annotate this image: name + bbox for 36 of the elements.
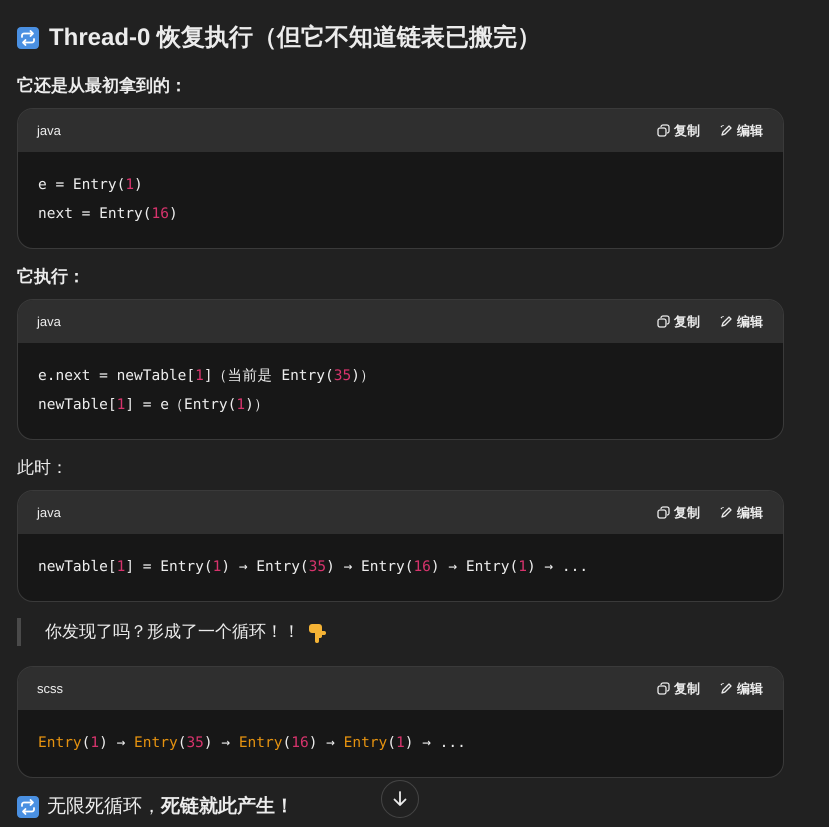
paragraph: 它还是从最初拿到的： — [17, 75, 187, 97]
pencil-icon — [720, 682, 733, 695]
repeat-icon — [17, 796, 39, 818]
pencil-icon — [720, 315, 733, 328]
blockquote-text: 你发现了吗？形成了一个循环！！ — [45, 621, 300, 643]
paragraph: 此时： — [17, 457, 68, 479]
copy-button[interactable]: 复制 — [657, 312, 700, 332]
copy-button[interactable]: 复制 — [657, 678, 700, 698]
code-line: Entry(1) → Entry(35) → Entry(16) → Entry(1) → ... — [38, 734, 466, 753]
copy-icon — [657, 682, 670, 695]
edit-button[interactable]: 编辑 — [720, 312, 763, 332]
edit-button[interactable]: 编辑 — [720, 120, 763, 140]
language-label: scss — [37, 680, 63, 698]
code-line: e = Entry(1) — [38, 176, 143, 195]
language-label: java — [37, 504, 61, 522]
code-line: newTable[1] = Entry(1) → Entry(35) → Entry(16) → Entry(1) → ... — [38, 558, 588, 577]
paragraph: 无限死循环，死链就此产生！ — [47, 794, 294, 819]
edit-button[interactable]: 编辑 — [720, 678, 763, 698]
language-label: java — [37, 122, 61, 140]
heading: Thread-0 恢复执行（但它不知道链表已搬完） — [49, 23, 542, 53]
code-line: newTable[1] = e（Entry(1)） — [38, 396, 269, 415]
language-label: java — [37, 312, 61, 331]
scroll-down-button[interactable] — [381, 780, 419, 818]
code-line: e.next = newTable[1]（当前是 Entry(35)） — [38, 367, 375, 386]
arrow-down-icon — [391, 790, 409, 808]
pencil-icon — [720, 124, 733, 137]
copy-button[interactable]: 复制 — [657, 120, 700, 140]
edit-button[interactable]: 编辑 — [720, 502, 763, 522]
code-line: next = Entry(16) — [38, 205, 178, 224]
pencil-icon — [720, 506, 733, 519]
copy-icon — [657, 506, 670, 519]
repeat-icon — [17, 27, 39, 49]
paragraph: 它执行： — [17, 266, 85, 288]
copy-icon — [657, 315, 670, 328]
copy-button[interactable]: 复制 — [657, 502, 700, 522]
copy-icon — [657, 124, 670, 137]
